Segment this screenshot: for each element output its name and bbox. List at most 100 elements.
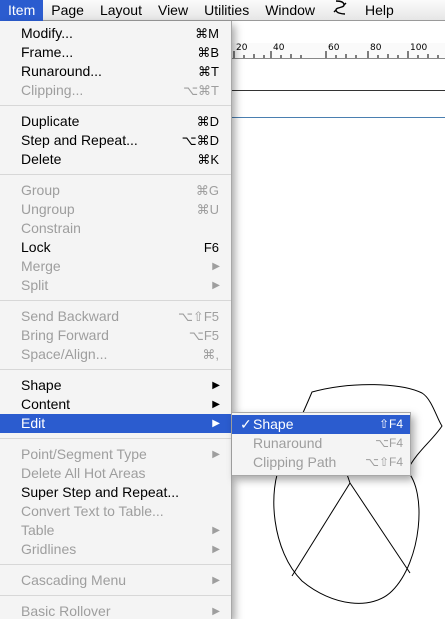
menu-label: Shape: [21, 377, 62, 393]
menu-item[interactable]: Item: [0, 0, 44, 21]
menu-constrain: Constrain: [0, 219, 231, 238]
menu-label: Duplicate: [21, 113, 80, 129]
menu-label: Delete All Hot Areas: [21, 465, 146, 481]
submenu-shortcut: ⇧F4: [378, 417, 403, 431]
menu-label: Gridlines: [21, 541, 77, 557]
menu-delete-hot-areas: Delete All Hot Areas: [0, 464, 231, 483]
menu-separator: [0, 105, 231, 106]
menu-label: Bring Forward: [21, 327, 109, 343]
menu-page[interactable]: Page: [43, 0, 92, 21]
menu-send-backward: Send Backward ⌥⇧F5: [0, 307, 231, 326]
submenu-arrow-icon: ▶: [212, 380, 220, 391]
submenu-arrow-icon: ▶: [212, 399, 220, 410]
menu-separator: [0, 438, 231, 439]
menu-utilities[interactable]: Utilities: [196, 0, 257, 21]
submenu-label: Shape: [253, 416, 294, 432]
menu-table: Table ▶: [0, 521, 231, 540]
menu-separator: [0, 300, 231, 301]
submenu-label: Runaround: [253, 435, 323, 451]
menu-label: Send Backward: [21, 308, 120, 324]
menu-label: Cascading Menu: [21, 572, 127, 588]
menu-label: Edit: [21, 415, 46, 431]
menu-step-and-repeat[interactable]: Step and Repeat... ⌥⌘D: [0, 131, 231, 150]
submenu-clipping-path: Clipping Path ⌥⇧F4: [232, 453, 410, 472]
menu-content[interactable]: Content ▶: [0, 395, 231, 414]
menu-label: Point/Segment Type: [21, 446, 147, 462]
menu-super-step-repeat[interactable]: Super Step and Repeat...: [0, 483, 231, 502]
menu-cascading: Cascading Menu ▶: [0, 571, 231, 590]
menu-label: Runaround...: [21, 63, 102, 79]
script-icon-glyph: [333, 0, 347, 15]
menu-group: Group ⌘G: [0, 181, 231, 200]
menu-window[interactable]: Window: [257, 0, 323, 21]
menu-label: Content: [21, 396, 71, 412]
submenu-shortcut: ⌥⇧F4: [365, 455, 403, 469]
menu-label: Lock: [21, 239, 51, 255]
submenu-arrow-icon: ▶: [212, 280, 220, 291]
submenu-arrow-icon: ▶: [212, 575, 220, 586]
submenu-arrow-icon: ▶: [212, 418, 220, 429]
menu-delete[interactable]: Delete ⌘K: [0, 150, 231, 169]
menu-label: Space/Align...: [21, 346, 108, 362]
menu-shortcut: ⌘G: [195, 183, 219, 198]
menu-merge: Merge ▶: [0, 257, 231, 276]
submenu-arrow-icon: ▶: [212, 606, 220, 617]
menu-help[interactable]: Help: [357, 0, 402, 21]
menu-shortcut: ⌥F5: [188, 328, 219, 343]
menu-frame[interactable]: Frame... ⌘B: [0, 43, 231, 62]
menu-label: Basic Rollover: [21, 603, 111, 619]
menu-shortcut: ⌥⌘T: [183, 83, 219, 98]
submenu-runaround: Runaround ⌥F4: [232, 434, 410, 453]
menu-space-align: Space/Align... ⌘,: [0, 345, 231, 364]
menu-gridlines: Gridlines ▶: [0, 540, 231, 559]
menu-label: Step and Repeat...: [21, 132, 138, 148]
menu-bar: Item Page Layout View Utilities Window H…: [0, 0, 445, 21]
menu-shortcut: ⌥⇧F5: [177, 309, 219, 324]
menu-separator: [0, 595, 231, 596]
menu-label: Modify...: [21, 25, 73, 41]
checkmark-icon: ✓: [240, 416, 252, 432]
menu-point-segment-type: Point/Segment Type ▶: [0, 445, 231, 464]
menu-label: Clipping...: [21, 82, 84, 98]
menu-label: Convert Text to Table...: [21, 503, 164, 519]
submenu-arrow-icon: ▶: [212, 525, 220, 536]
menu-ungroup: Ungroup ⌘U: [0, 200, 231, 219]
submenu-label: Clipping Path: [253, 454, 337, 470]
menu-duplicate[interactable]: Duplicate ⌘D: [0, 112, 231, 131]
menu-label: Constrain: [21, 220, 81, 236]
menu-runaround[interactable]: Runaround... ⌘T: [0, 62, 231, 81]
submenu-arrow-icon: ▶: [212, 261, 220, 272]
menu-shortcut: ⌘M: [195, 26, 219, 41]
menu-shape[interactable]: Shape ▶: [0, 376, 231, 395]
edit-submenu: ✓ Shape ⇧F4 Runaround ⌥F4 Clipping Path …: [232, 412, 411, 476]
menu-shortcut: ⌥⌘D: [181, 133, 219, 148]
menu-bring-forward: Bring Forward ⌥F5: [0, 326, 231, 345]
script-icon[interactable]: [323, 0, 357, 21]
submenu-shape[interactable]: ✓ Shape ⇧F4: [232, 415, 410, 434]
menu-label: Group: [21, 182, 60, 198]
shape-drawing[interactable]: [232, 21, 445, 619]
document-canvas[interactable]: 20 40 60 80 100: [232, 21, 445, 619]
menu-shortcut: ⌘D: [196, 114, 219, 129]
submenu-arrow-icon: ▶: [212, 449, 220, 460]
menu-layout[interactable]: Layout: [92, 0, 150, 21]
menu-separator: [0, 564, 231, 565]
menu-label: Delete: [21, 151, 62, 167]
menu-convert-text-table: Convert Text to Table...: [0, 502, 231, 521]
menu-separator: [0, 174, 231, 175]
menu-label: Split: [21, 277, 49, 293]
item-menu: Modify... ⌘M Frame... ⌘B Runaround... ⌘T…: [0, 21, 232, 619]
menu-shortcut: ⌘U: [196, 202, 219, 217]
submenu-shortcut: ⌥F4: [375, 436, 403, 450]
menu-view[interactable]: View: [150, 0, 196, 21]
menu-shortcut: ⌘K: [197, 152, 219, 167]
menu-shortcut: ⌘B: [197, 45, 219, 60]
menu-lock[interactable]: Lock F6: [0, 238, 231, 257]
menu-shortcut: F6: [203, 240, 219, 255]
submenu-arrow-icon: ▶: [212, 544, 220, 555]
menu-separator: [0, 369, 231, 370]
menu-shortcut: ⌘,: [202, 347, 219, 362]
menu-edit[interactable]: Edit ▶: [0, 414, 231, 433]
menu-modify[interactable]: Modify... ⌘M: [0, 24, 231, 43]
menu-label: Ungroup: [21, 201, 75, 217]
